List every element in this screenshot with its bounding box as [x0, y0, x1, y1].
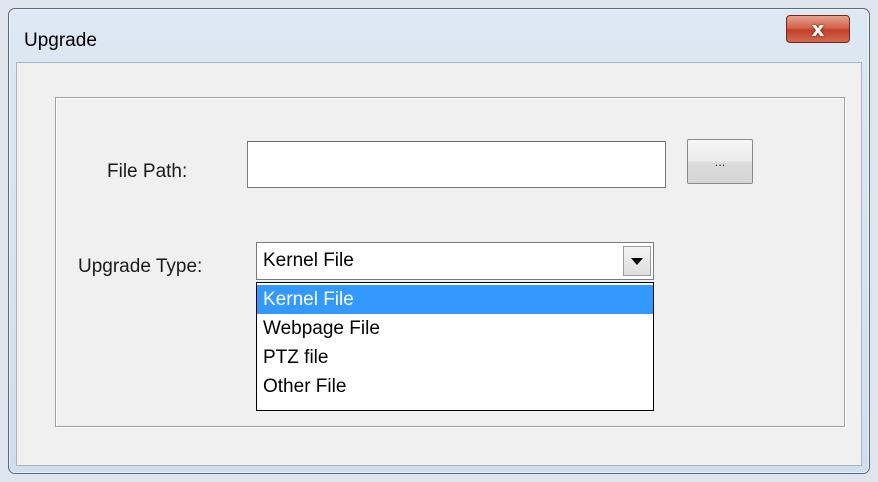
dropdown-option-kernel-file[interactable]: Kernel File: [257, 285, 653, 314]
dropdown-option-webpage-file[interactable]: Webpage File: [257, 314, 653, 343]
dialog-content: File Path: ... Upgrade Type: Kernel File…: [16, 62, 862, 466]
upgrade-type-select[interactable]: Kernel File: [256, 242, 654, 280]
upgrade-type-selected-value: Kernel File: [263, 250, 354, 271]
window-title: Upgrade: [24, 30, 97, 51]
upgrade-type-dropdown-list: Kernel File Webpage File PTZ file Other …: [256, 282, 654, 411]
browse-button[interactable]: ...: [687, 139, 753, 184]
dropdown-arrow-button[interactable]: [623, 246, 651, 276]
dropdown-option-ptz-file[interactable]: PTZ file: [257, 343, 653, 372]
upgrade-type-label: Upgrade Type:: [78, 256, 203, 277]
file-path-input[interactable]: [247, 141, 666, 188]
upgrade-dialog: Upgrade x File Path: ... Upgrade Type: K…: [8, 8, 870, 474]
file-path-label: File Path:: [107, 161, 188, 182]
close-icon: x: [811, 17, 825, 41]
chevron-down-icon: [631, 257, 643, 265]
dropdown-option-other-file[interactable]: Other File: [257, 372, 653, 401]
close-button[interactable]: x: [786, 15, 850, 43]
